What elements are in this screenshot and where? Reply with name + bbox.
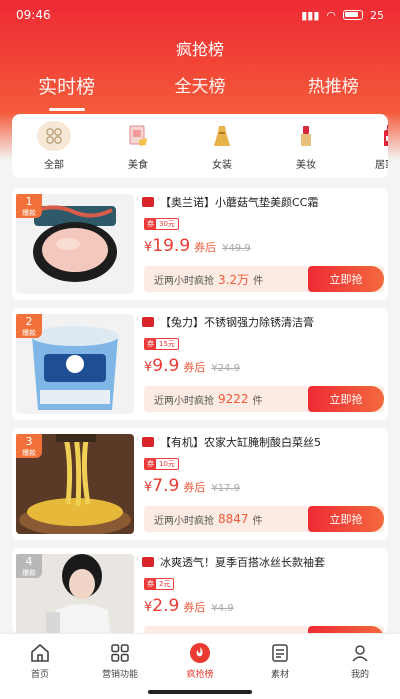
rank-badge: 3 爆款 [16,434,42,458]
category-all[interactable]: 全部 [12,114,96,178]
category-home[interactable]: 居家日 [348,114,388,178]
sales-bar: 近两小时疯抢 9222 件 立即抢 [144,386,384,412]
original-price: ¥24.9 [211,363,240,374]
category-label: 美妆 [296,160,316,171]
product-card[interactable]: 3 爆款 【有机】农家大缸腌制酸白菜丝5 券 10元 ¥7.9 券后 ¥17.9 近两小… [12,428,388,540]
food-icon [121,121,155,151]
original-price: ¥4.9 [211,603,234,614]
coupon-badge: 券 10元 [144,458,179,470]
original-price: ¥49.9 [222,243,251,254]
page-title: 疯抢榜 [175,40,224,59]
status-icons: ▮▮▮ ◠ 25 [301,9,384,22]
cosmetics-icon [289,121,323,151]
category-beauty[interactable]: 美妆 [264,114,348,178]
home-indicator [148,690,252,694]
original-price: ¥17.9 [211,483,240,494]
home-icon [29,642,51,664]
home-goods-icon [373,121,388,151]
sales-bar: 近两小时疯抢 3.2万件 立即抢 [144,266,384,292]
coupon-badge: 券 30元 [144,218,179,230]
battery-level: 25 [370,8,384,22]
tabbar-label: 素材 [270,670,289,680]
tabbar-label: 营销功能 [101,670,138,680]
tmall-icon [142,437,154,447]
tabbar-item-mine[interactable]: 我的 [320,634,400,699]
tabbar-item-materials[interactable]: 素材 [240,634,320,699]
rank-badge: 1 爆款 [16,194,42,218]
dress-icon [205,121,239,151]
tmall-icon [142,557,154,567]
coupon-badge: 券 2元 [144,578,175,590]
rank-tabs: 实时榜 全天榜 热推榜 [0,72,400,111]
product-title: 冰爽透气！夏季百搭冰丝长款袖套 [142,554,378,570]
coupon-badge: 券 15元 [144,338,179,350]
tabbar-label: 我的 [350,670,369,680]
category-womens[interactable]: 女装 [180,114,264,178]
price: ¥2.9 券后 ¥4.9 [144,596,234,616]
tmall-icon [142,317,154,327]
buy-button[interactable]: 立即抢 [308,386,384,412]
tabbar-item-home[interactable]: 首页 [0,634,80,699]
category-label: 居家日 [375,160,388,171]
tabbar-label: 疯抢榜 [186,670,214,680]
sales-count: 9222 [218,392,249,406]
tmall-icon [142,197,154,207]
category-label: 美食 [128,160,148,171]
tab-hot-recommend[interactable]: 热推榜 [273,72,393,99]
sales-bar: 近两小时疯抢 8847 件 立即抢 [144,506,384,532]
product-card[interactable]: 1 爆款 【奥兰诺】小蘑菇气垫美颜CC霜 券 30元 ¥19.9 券后 ¥49.9 近两… [12,188,388,300]
category-label: 女装 [212,160,232,171]
price: ¥7.9 券后 ¥17.9 [144,476,240,496]
rank-badge: 2 爆款 [16,314,42,338]
tabbar-label: 首页 [30,670,49,680]
hot-rank-icon [189,642,211,664]
sales-count: 3.2万 [218,272,250,287]
buy-button[interactable]: 立即抢 [308,266,384,292]
price: ¥19.9 券后 ¥49.9 [144,236,251,256]
status-bar: 09:46 ▮▮▮ ◠ 25 [0,0,400,30]
buy-button[interactable]: 立即抢 [308,506,384,532]
tab-all-day[interactable]: 全天榜 [140,72,260,99]
category-food[interactable]: 美食 [96,114,180,178]
product-title: 【兔力】不锈钢强力除锈清洁膏 [142,314,378,330]
status-time: 09:46 [16,8,51,22]
user-icon [349,642,371,664]
category-bar: 全部 美食 女装 美妆 居家日 [12,114,388,178]
wifi-icon: ◠ [326,8,336,22]
tabbar-item-marketing[interactable]: 营销功能 [80,634,160,699]
signal-icon: ▮▮▮ [301,8,320,22]
product-title: 【奥兰诺】小蘑菇气垫美颜CC霜 [142,194,378,210]
product-card[interactable]: 4爆款 冰爽透气！夏季百搭冰丝长款袖套 券2元 ¥2.9券后¥4.9 近两小时疯… [12,548,388,634]
product-title: 【有机】农家大缸腌制酸白菜丝5 [142,434,378,450]
grid-icon [109,642,131,664]
rank-badge: 4 爆款 [16,554,42,578]
document-icon [269,642,291,664]
battery-icon [343,10,363,20]
sales-count: 8847 [218,512,249,526]
price: ¥9.9 券后 ¥24.9 [144,356,240,376]
grid-icon [37,121,71,151]
product-card[interactable]: 2 爆款 【兔力】不锈钢强力除锈清洁膏 券 15元 ¥9.9 券后 ¥24.9 近两小时… [12,308,388,420]
category-label: 全部 [44,160,64,171]
tab-realtime[interactable]: 实时榜 [7,72,127,111]
